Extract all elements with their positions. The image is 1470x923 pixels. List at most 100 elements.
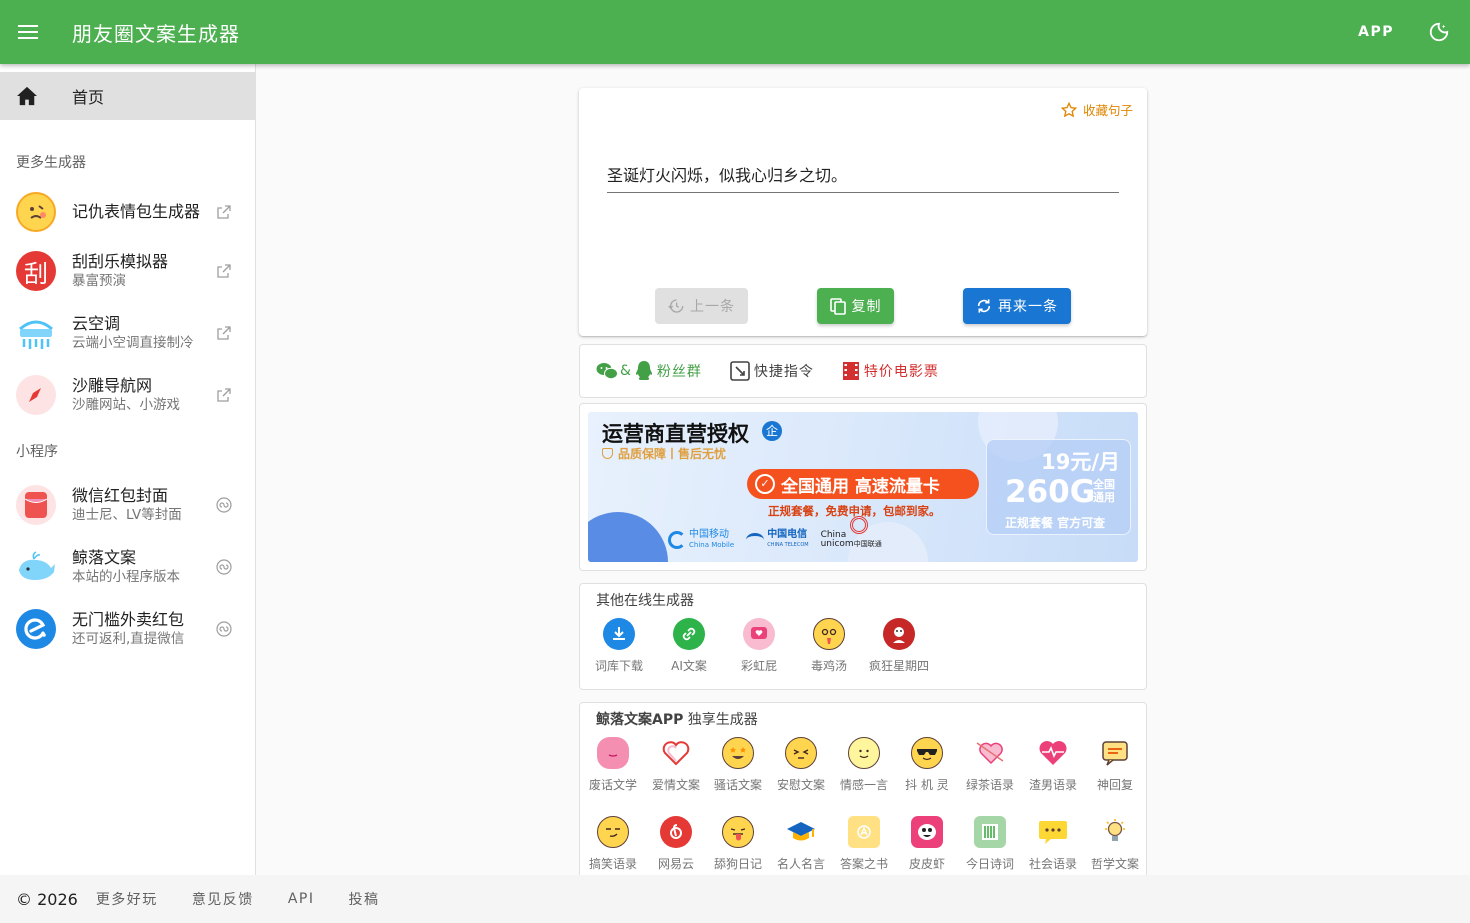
sidebar-item-subtitle: 还可返利,直提微信 xyxy=(72,631,185,647)
gen-simp-diary[interactable]: 舔狗日记 xyxy=(708,816,768,872)
links-card: & 粉丝群 快捷指令 特价电影票 xyxy=(579,344,1147,398)
sidebar-item-home[interactable]: 首页 xyxy=(0,72,255,120)
gen-label: 词库下载 xyxy=(594,659,643,673)
gen-label: 社会语录 xyxy=(1028,857,1077,871)
gen-book-of-answers[interactable]: 答案之书 xyxy=(834,816,894,872)
sidebar-item-cloud-ac[interactable]: 云空调 云端小空调直接制冷 xyxy=(0,305,255,361)
gen-label: 废话文学 xyxy=(588,778,637,792)
gen-society-quotes[interactable]: 社会语录 xyxy=(1023,816,1083,872)
gen-love-copy[interactable]: 爱情文案 xyxy=(646,737,706,793)
ad-tagline-text: 品质保障丨售后无忧 xyxy=(618,447,727,461)
gen-funny-quotes[interactable]: 搞笑语录 xyxy=(583,816,643,872)
footer: © 2026 更多好玩 意见反馈 API 投稿 xyxy=(0,875,1470,923)
footer-link-api[interactable]: API xyxy=(288,891,315,907)
netease-music-icon xyxy=(660,816,692,848)
carrier-china-mobile-en: China Mobile xyxy=(689,541,735,549)
ad-price: 19元/月 xyxy=(1041,450,1120,474)
gen-label: 安慰文案 xyxy=(776,778,825,792)
theme-toggle-button[interactable] xyxy=(1424,17,1454,47)
ad-pill-text: 全国通用 高速流量卡 xyxy=(781,476,940,497)
gen-netease-music[interactable]: 网易云 xyxy=(646,816,706,872)
external-link-icon xyxy=(215,326,233,340)
gen-crazy-thursday[interactable]: 疯狂星期四 xyxy=(869,618,929,674)
sidebar-item-whale-copy[interactable]: 鲸落文案 本站的小程序版本 xyxy=(0,539,255,595)
ad-price-panel: 19元/月 260G 全国 通用 正规套餐 官方可查 xyxy=(986,439,1131,535)
previous-button[interactable]: 上一条 xyxy=(655,288,748,324)
footer-link-more-fun[interactable]: 更多好玩 xyxy=(96,889,158,909)
carrier-china-mobile: 中国移动 xyxy=(689,529,729,540)
qq-icon xyxy=(635,361,652,380)
download-icon xyxy=(603,618,635,650)
gen-pipixia[interactable]: 皮皮虾 xyxy=(897,816,957,872)
app-bar: 朋友圈文案生成器 APP xyxy=(0,0,1470,64)
check-icon: ✓ xyxy=(755,474,775,494)
gen-lexicon-download[interactable]: 词库下载 xyxy=(589,618,649,674)
carrier-china-unicom: 中国联通 xyxy=(853,540,882,548)
exclusive-generators-title: 鲸落文案APP 独享生成器 xyxy=(596,709,758,729)
gen-daily-poem[interactable]: 今日诗词 xyxy=(960,816,1020,872)
gen-witty-remark[interactable]: 抖 机 灵 xyxy=(897,737,957,793)
mini-program-icon xyxy=(215,497,233,513)
sim-card-ad-banner[interactable]: 运营商直营授权 企 品质保障丨售后无忧 ✓ 全国通用 高速流量卡 正规套餐，免费申… xyxy=(588,412,1138,562)
movie-ticket-link[interactable]: 特价电影票 xyxy=(842,361,939,381)
footer-link-submit[interactable]: 投稿 xyxy=(348,889,379,909)
smirk-face-icon xyxy=(597,816,629,848)
sidebar-item-grudge-meme[interactable]: 记仇表情包生成器 xyxy=(0,184,255,240)
quote-card: 收藏句子 圣诞灯火闪烁，似我心归乡之切。 上一条 复制 再来一条 xyxy=(579,88,1147,336)
fan-group-label: 粉丝群 xyxy=(656,364,702,380)
gen-poison-soup[interactable]: 毒鸡汤 xyxy=(799,618,859,674)
china-unicom-icon xyxy=(850,516,868,534)
external-link-icon xyxy=(215,264,233,278)
ad-data-note: 全国 通用 xyxy=(1093,478,1115,504)
ad-note: 正规套餐 官方可查 xyxy=(1005,516,1106,530)
gen-scumbag-quotes[interactable]: 渣男语录 xyxy=(1023,737,1083,793)
next-button[interactable]: 再来一条 xyxy=(963,288,1071,324)
gen-flirty-copy[interactable]: 骚话文案 xyxy=(708,737,768,793)
copyright: © 2026 xyxy=(16,889,78,909)
gen-label: 名人名言 xyxy=(776,857,825,871)
shortcut-link[interactable]: 快捷指令 xyxy=(730,361,814,381)
quote-text[interactable]: 圣诞灯火闪烁，似我心归乡之切。 xyxy=(607,162,847,186)
heartbeat-icon xyxy=(1037,737,1069,769)
shortcut-label: 快捷指令 xyxy=(753,364,814,380)
heart-icon xyxy=(660,737,692,769)
copy-button[interactable]: 复制 xyxy=(817,288,894,324)
gen-divine-reply[interactable]: 神回复 xyxy=(1085,737,1145,793)
gen-label: 哲学文案 xyxy=(1090,857,1139,871)
app-download-link[interactable]: APP xyxy=(1358,24,1394,40)
gen-comfort-copy[interactable]: 安慰文案 xyxy=(771,737,831,793)
gen-green-tea-quotes[interactable]: 绿茶语录 xyxy=(960,737,1020,793)
gen-emotion-quote[interactable]: 情感一言 xyxy=(834,737,894,793)
gen-nonsense-literature[interactable]: 废话文学 xyxy=(583,737,643,793)
china-mobile-icon xyxy=(668,531,686,549)
link-icon xyxy=(673,618,705,650)
sidebar-item-red-packet-cover[interactable]: 微信红包封面 迪士尼、LV等封面 xyxy=(0,477,255,533)
gen-label: 答案之书 xyxy=(839,857,888,871)
gen-rainbow-fart[interactable]: 彩虹屁 xyxy=(729,618,789,674)
fan-group-link[interactable]: & 粉丝群 xyxy=(596,360,702,382)
footer-link-feedback[interactable]: 意见反馈 xyxy=(192,889,254,909)
app-title: 朋友圈文案生成器 xyxy=(72,21,240,46)
movie-ticket-label: 特价电影票 xyxy=(863,364,939,380)
gen-famous-quotes[interactable]: 名人名言 xyxy=(771,816,831,872)
gen-label: 渣男语录 xyxy=(1028,778,1077,792)
sidebar-item-takeout-coupon[interactable]: 无门槛外卖红包 还可返利,直提微信 xyxy=(0,601,255,657)
gen-label: 神回复 xyxy=(1096,778,1133,792)
china-telecom-icon xyxy=(746,533,765,547)
favorite-button[interactable]: 收藏句子 xyxy=(1060,100,1133,119)
gen-ai-copy[interactable]: AI文案 xyxy=(659,618,719,674)
whale-icon xyxy=(16,547,56,587)
speech-bubble-icon xyxy=(1037,816,1069,848)
answer-book-icon xyxy=(848,816,880,848)
heart-message-icon xyxy=(743,618,775,650)
sidebar-item-scratch-card[interactable]: 刮 刮刮乐模拟器 暴富预演 xyxy=(0,243,255,299)
graduation-cap-icon xyxy=(785,816,817,848)
sidebar-item-funny-nav[interactable]: 沙雕导航网 沙雕网站、小游戏 xyxy=(0,367,255,423)
sidebar-item-subtitle: 暴富预演 xyxy=(72,273,126,289)
ad-data-amount: 260G xyxy=(1005,474,1096,510)
gen-label: 今日诗词 xyxy=(965,857,1014,871)
sidebar: 首页 更多生成器 记仇表情包生成器 刮 刮刮乐模拟器 暴富预演 云空调 云端小空… xyxy=(0,64,256,875)
menu-button[interactable] xyxy=(0,0,56,64)
gen-philosophy-copy[interactable]: 哲学文案 xyxy=(1085,816,1145,872)
other-generators-card: 其他在线生成器 词库下载 AI文案 彩虹屁 毒鸡汤 疯狂星期四 xyxy=(579,583,1147,690)
